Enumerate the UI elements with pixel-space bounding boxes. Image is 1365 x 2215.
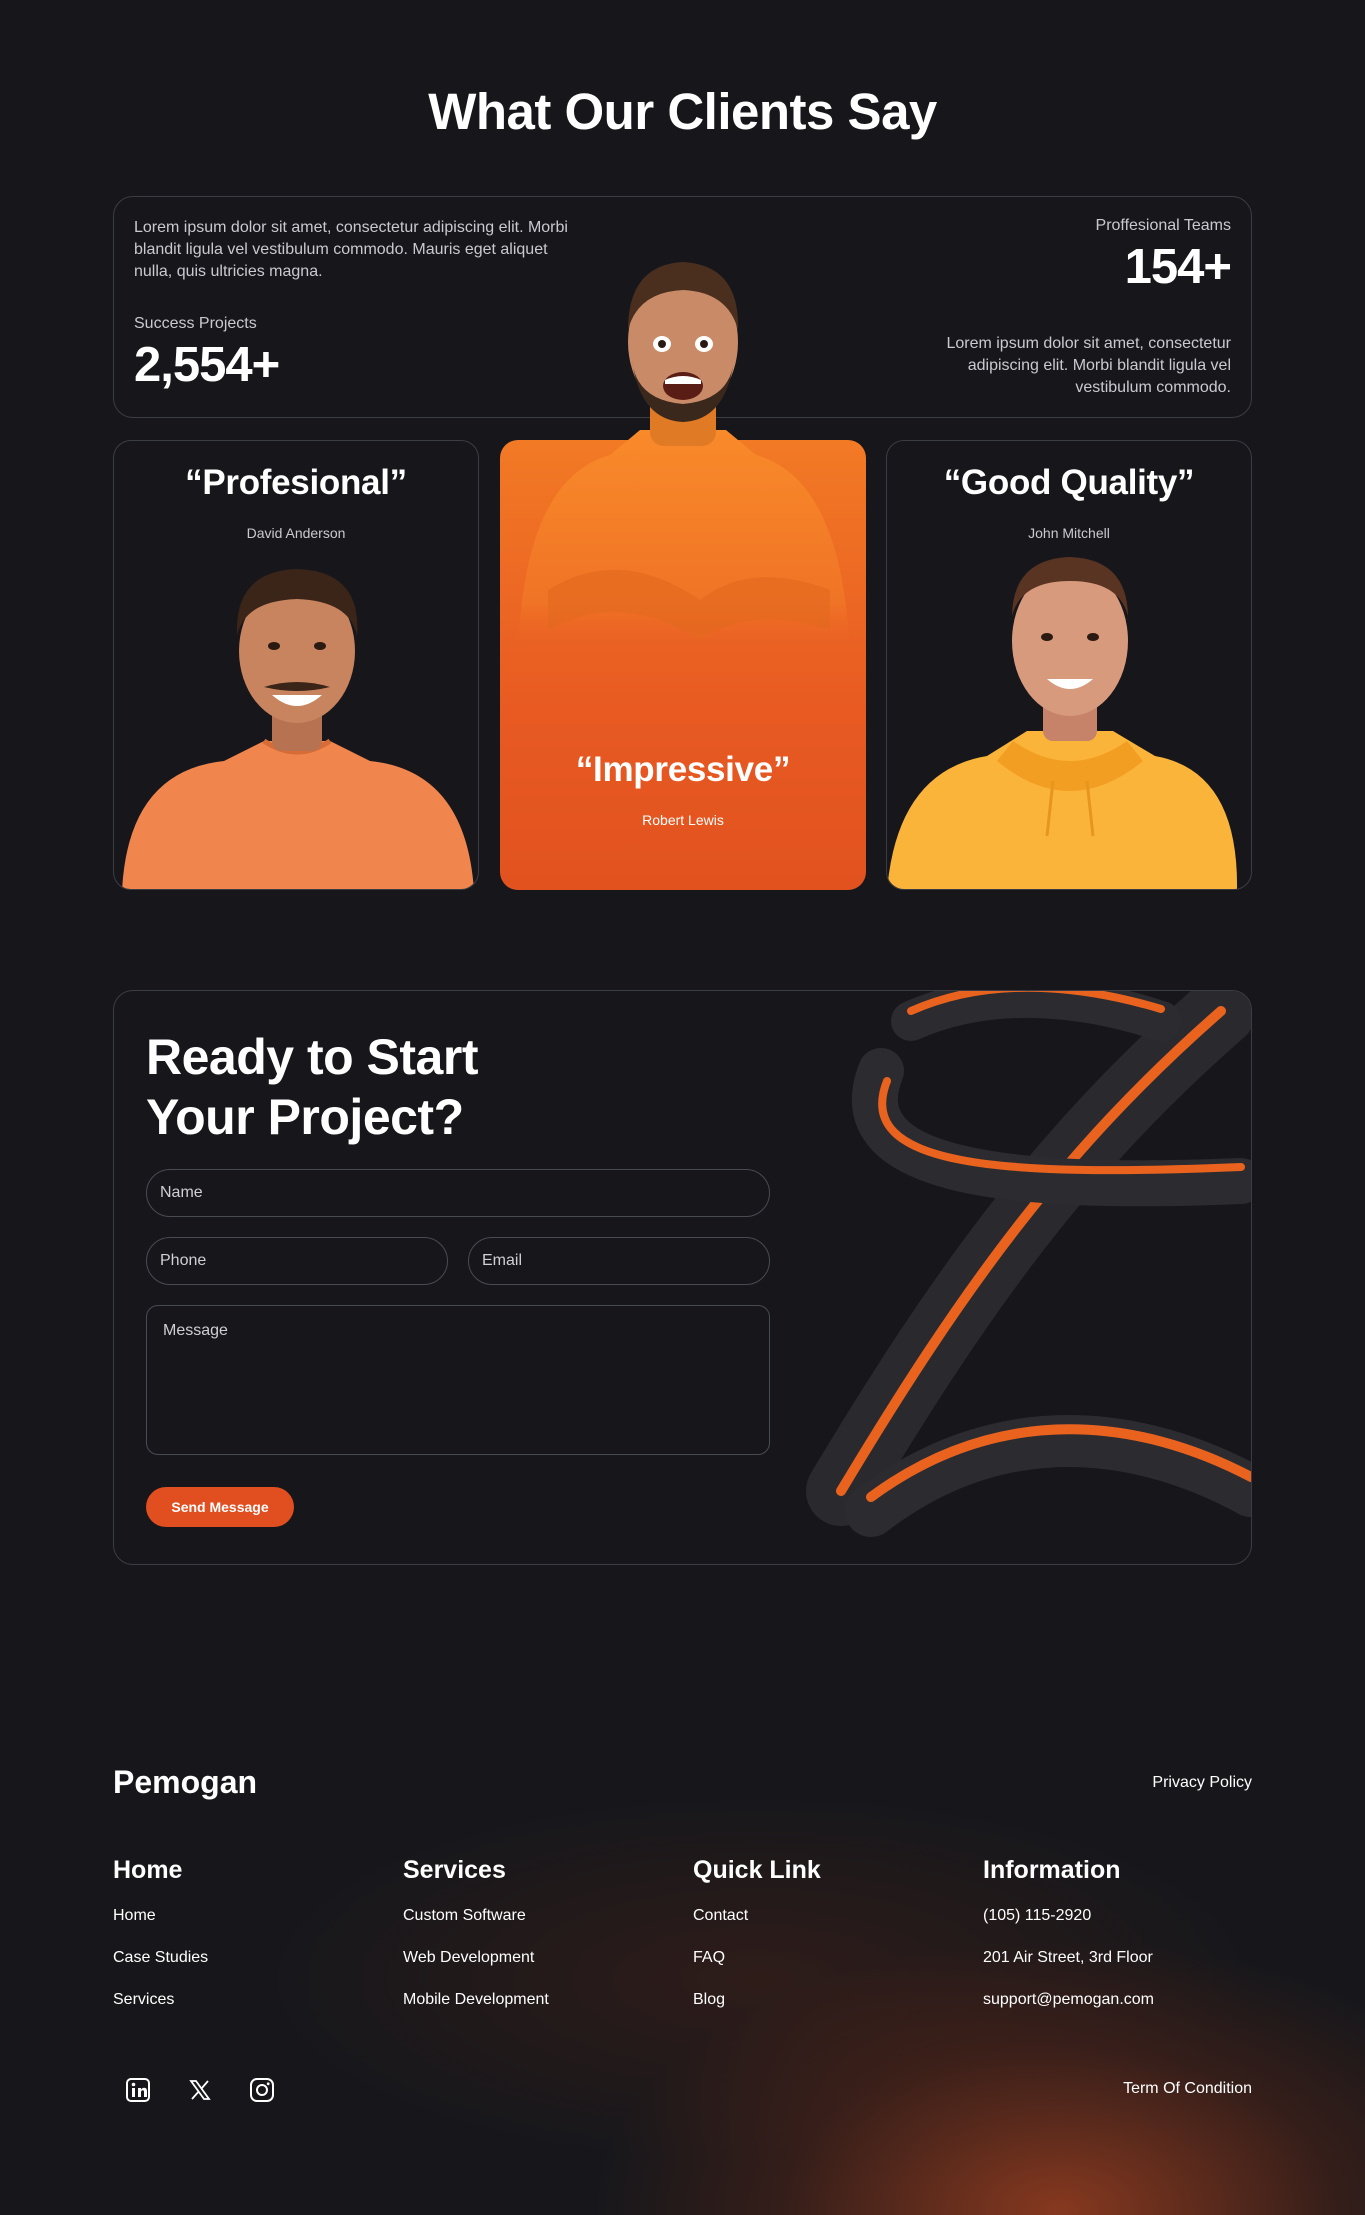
testimonial-card-1: “Profesional” David Anderson [113, 440, 479, 890]
footer-link[interactable]: Blog [693, 1991, 953, 2033]
footer-link[interactable]: Services [113, 1991, 373, 2033]
footer-column-title: Services [403, 1856, 506, 1884]
footer-link[interactable]: Contact [693, 1907, 953, 1949]
terms-link[interactable]: Term Of Condition [1123, 2080, 1252, 2098]
footer-link[interactable]: Case Studies [113, 1949, 373, 1991]
testimonial-author: Robert Lewis [642, 812, 724, 828]
footer-brand[interactable]: Pemogan [113, 1764, 257, 1801]
footer-address: 201 Air Street, 3rd Floor [983, 1949, 1153, 1966]
footer-link[interactable]: FAQ [693, 1949, 953, 1991]
linkedin-icon[interactable] [120, 2072, 156, 2108]
success-projects-value: 2,554+ [134, 338, 280, 392]
cta-heading-line1: Ready to Start [146, 1029, 478, 1085]
footer-column-information: Information (105) 115-2920 201 Air Stree… [983, 1856, 1243, 2033]
footer-link[interactable]: Custom Software [403, 1907, 663, 1949]
footer-column-title: Home [113, 1856, 183, 1884]
teams-value: 154+ [1124, 240, 1232, 294]
stats-right-text: Lorem ipsum dolor sit amet, consectetur … [946, 335, 1231, 396]
footer-column-title: Quick Link [693, 1856, 821, 1884]
footer-column-quick-link: Quick Link Contact FAQ Blog [693, 1856, 953, 2033]
privacy-policy-link[interactable]: Privacy Policy [1152, 1774, 1252, 1792]
success-projects-label: Success Projects [134, 315, 257, 332]
contact-panel: Ready to Start Your Project? Send Messag… [113, 990, 1252, 1565]
footer-column-services: Services Custom Software Web Development… [403, 1856, 663, 2033]
footer-link[interactable]: Home [113, 1907, 373, 1949]
footer-link[interactable]: Web Development [403, 1949, 663, 1991]
name-input[interactable] [146, 1169, 770, 1217]
ribbon-graphic [806, 991, 1251, 1537]
footer-phone[interactable]: (105) 115-2920 [983, 1907, 1243, 1949]
footer-link[interactable]: Mobile Development [403, 1991, 663, 2033]
person-photo-john [887, 557, 1237, 889]
teams-label: Proffesional Teams [1095, 217, 1231, 234]
instagram-icon[interactable] [244, 2072, 280, 2108]
cta-heading: Ready to Start Your Project? [146, 1027, 478, 1147]
page: What Our Clients Say Lorem ipsum dolor s… [0, 0, 1365, 2215]
footer-column-title: Information [983, 1856, 1121, 1884]
person-photo-david [122, 569, 474, 889]
footer-column-home: Home Home Case Studies Services [113, 1856, 373, 2033]
testimonial-quote: “Impressive” [575, 750, 791, 789]
message-textarea[interactable] [146, 1305, 770, 1455]
phone-input[interactable] [146, 1237, 448, 1285]
email-input[interactable] [468, 1237, 770, 1285]
cta-heading-line2: Your Project? [146, 1089, 464, 1145]
testimonial-card-3: “Good Quality” John Mitchell [886, 440, 1252, 890]
footer-email[interactable]: support@pemogan.com [983, 1991, 1243, 2033]
x-icon[interactable] [182, 2072, 218, 2108]
person-photo-robert [518, 262, 850, 660]
section-title: What Our Clients Say [428, 83, 937, 140]
send-message-button[interactable]: Send Message [146, 1487, 294, 1527]
